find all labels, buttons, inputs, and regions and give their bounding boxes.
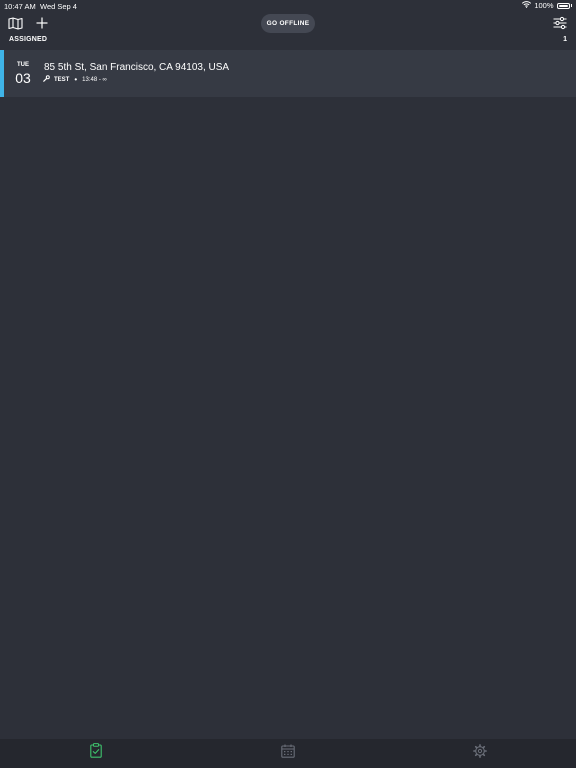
job-day: 03 (15, 70, 31, 86)
tab-calendar[interactable] (280, 744, 296, 763)
section-count: 1 (563, 36, 567, 43)
tab-jobs[interactable] (88, 743, 104, 763)
job-list-item[interactable]: TUE 03 85 5th St, San Francisco, CA 9410… (0, 50, 576, 97)
battery-tip (570, 4, 572, 7)
job-meta: TEST • 13:48 - ∞ (43, 75, 107, 84)
wifi-icon (522, 1, 532, 10)
job-day-of-week: TUE (17, 62, 29, 68)
clipboard-check-icon (90, 743, 102, 763)
separator-dot: • (74, 74, 78, 84)
job-time: 13:48 - ∞ (82, 76, 107, 83)
go-offline-button[interactable]: GO OFFLINE (261, 14, 315, 33)
status-indicators: 100% (522, 1, 572, 10)
gear-icon (473, 743, 487, 763)
sliders-icon[interactable] (552, 15, 568, 31)
job-accent-bar (0, 50, 4, 97)
map-icon[interactable] (7, 15, 23, 31)
status-time: 10:47 AM (4, 2, 36, 11)
job-type: TEST (54, 76, 70, 83)
tab-bar (0, 739, 576, 768)
section-label: ASSIGNED (9, 36, 48, 43)
wrench-icon (43, 75, 50, 84)
plus-icon[interactable] (34, 15, 50, 31)
battery-percent: 100% (534, 1, 554, 10)
calendar-icon (281, 744, 295, 763)
battery-icon (556, 2, 570, 9)
tab-settings[interactable] (472, 743, 488, 763)
status-bar: 10:47 AM Wed Sep 4 100% (0, 0, 576, 12)
status-date: Wed Sep 4 (40, 2, 77, 11)
job-address: 85 5th St, San Francisco, CA 94103, USA (44, 62, 230, 73)
